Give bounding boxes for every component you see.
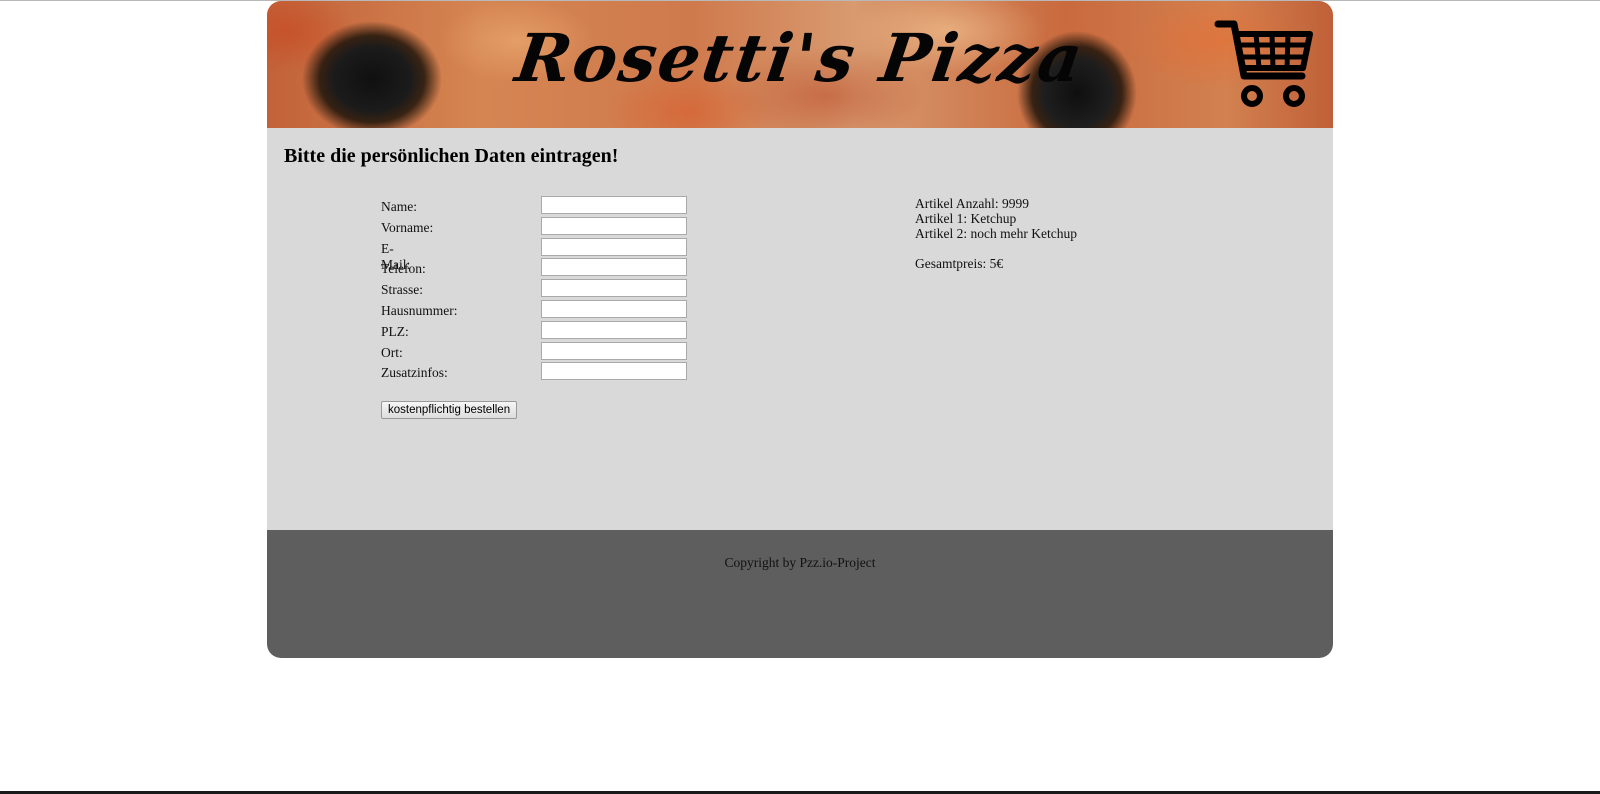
strasse-input[interactable] — [541, 279, 687, 298]
total-price: Gesamtpreis: 5€ — [915, 256, 1004, 271]
shopping-cart-icon[interactable] — [1214, 18, 1314, 113]
page-container: Rosetti's Pizza Bitte die persönlichen D… — [267, 1, 1333, 658]
hausnummer-input[interactable] — [541, 299, 687, 318]
vorname-label: Vorname: — [381, 219, 434, 235]
order-summary: Artikel Anzahl: 9999 Artikel 1: Ketchup … — [915, 196, 1077, 271]
ort-label: Ort: — [381, 344, 403, 360]
site-logo-title[interactable]: Rosetti's Pizza — [267, 19, 1333, 97]
article-item-2: Artikel 2: noch mehr Ketchup — [915, 226, 1077, 241]
plz-input[interactable] — [541, 320, 687, 339]
article-item-1: Artikel 1: Ketchup — [915, 211, 1017, 226]
summary-spacer — [915, 241, 1077, 256]
name-input[interactable] — [541, 196, 687, 214]
header-banner: Rosetti's Pizza — [267, 1, 1333, 128]
footer: Copyright by Pzz.io-Project — [267, 530, 1333, 658]
ort-input[interactable] — [541, 341, 687, 360]
email-input[interactable] — [541, 237, 687, 256]
strasse-label: Strasse: — [381, 282, 423, 298]
zusatzinfos-label: Zusatzinfos: — [381, 365, 448, 381]
order-submit-button[interactable]: kostenpflichtig bestellen — [381, 401, 518, 419]
plz-label: PLZ: — [381, 323, 409, 339]
zusatzinfos-input[interactable] — [541, 362, 687, 381]
name-label: Name: — [381, 199, 417, 214]
vorname-input[interactable] — [541, 216, 687, 235]
telefon-input[interactable] — [541, 258, 687, 277]
telefon-label: Telefon: — [381, 261, 426, 277]
main-content: Bitte die persönlichen Daten eintragen! … — [267, 128, 1333, 530]
page-heading: Bitte die persönlichen Daten eintragen! — [284, 145, 619, 167]
copyright-text: Copyright by Pzz.io-Project — [724, 555, 876, 570]
article-count: Artikel Anzahl: 9999 — [915, 196, 1029, 211]
hausnummer-label: Hausnummer: — [381, 302, 458, 318]
